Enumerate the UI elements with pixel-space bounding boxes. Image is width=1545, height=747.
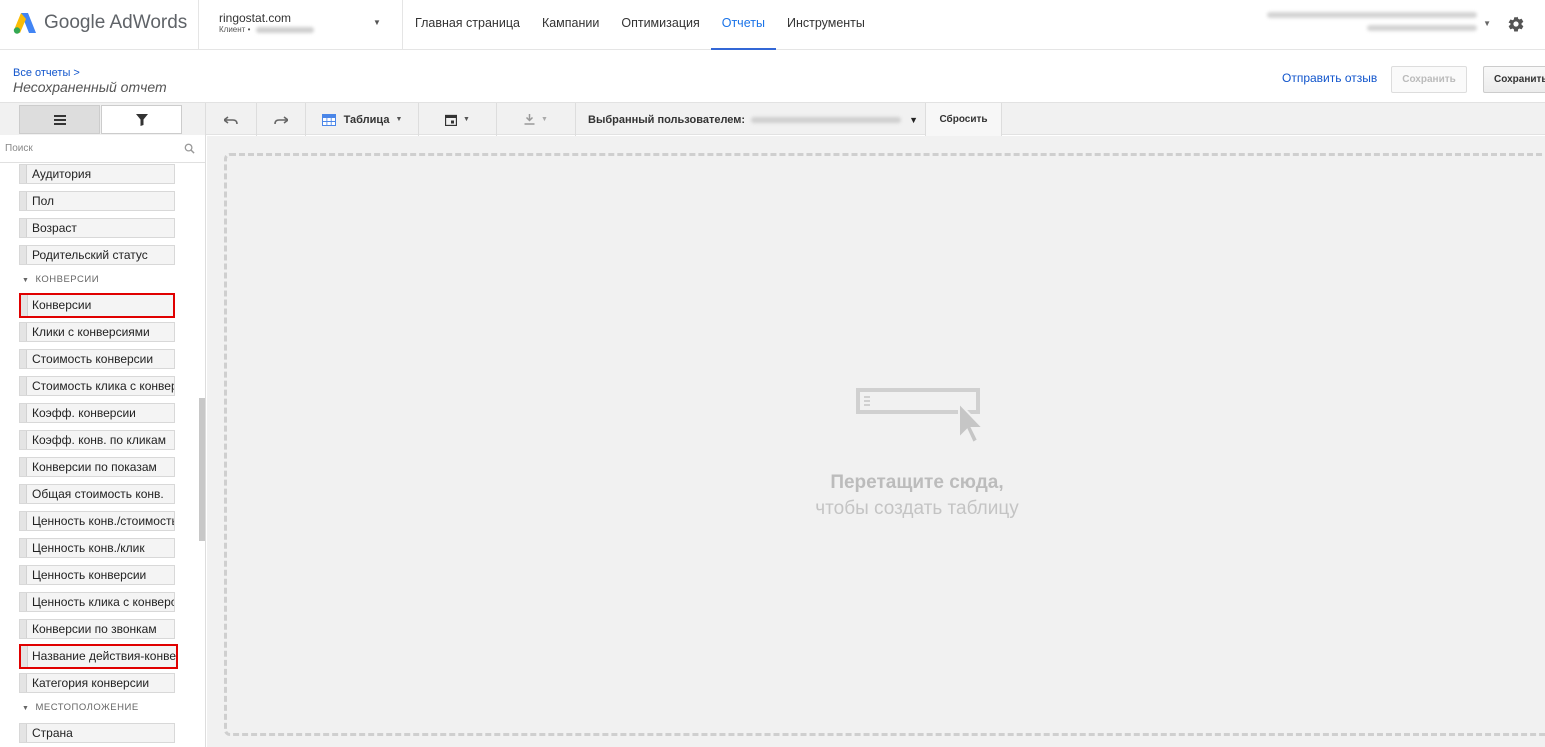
field-chip[interactable]: Ценность конв./стоимость [19, 511, 175, 531]
reset-button[interactable]: Сбросить [926, 103, 1002, 136]
main-nav: Главная страница Кампании Оптимизация От… [404, 0, 876, 50]
undo-button[interactable] [206, 103, 257, 136]
search-input[interactable]: Поиск [5, 143, 33, 154]
send-feedback-link[interactable]: Отправить отзыв [1282, 71, 1377, 85]
calendar-icon [445, 114, 458, 126]
account-name: ringostat.com [219, 11, 292, 25]
field-chip[interactable]: Возраст [19, 218, 175, 238]
field-chip[interactable]: Коэфф. конверсии [19, 403, 175, 423]
section-label: КОНВЕРСИИ [35, 274, 100, 285]
nav-home[interactable]: Главная страница [404, 0, 531, 50]
redo-button[interactable] [257, 103, 306, 136]
collapse-triangle-icon: ▼ [22, 277, 30, 284]
save-disabled-button[interactable]: Сохранить [1391, 66, 1467, 93]
list-icon [53, 114, 66, 125]
drop-hint-line2: чтобы создать таблицу [815, 498, 1019, 519]
field-chip[interactable]: Ценность клика с конверс [19, 592, 175, 612]
page-title[interactable]: Несохраненный отчет [13, 79, 167, 95]
adwords-logo[interactable]: Google AdWords [12, 10, 187, 36]
date-range-selector[interactable]: Выбранный пользователем: ▼ [576, 103, 926, 136]
view-type-label: Таблица [343, 113, 390, 126]
search-box[interactable]: Поиск [0, 135, 205, 163]
redo-icon [274, 115, 288, 124]
table-icon [321, 113, 336, 126]
field-chip[interactable]: Стоимость клика с конвер [19, 376, 175, 396]
view-type-dropdown[interactable]: Таблица ▼ [306, 103, 419, 136]
section-conversions[interactable]: ▼ КОНВЕРСИИ [22, 274, 99, 285]
field-chip[interactable]: Категория конверсии [19, 673, 175, 693]
nav-reports[interactable]: Отчеты [710, 0, 776, 50]
field-chip-conversion-action-highlighted[interactable]: Название действия-конве [19, 644, 178, 669]
filter-toggle[interactable] [101, 105, 182, 134]
field-chip[interactable]: Страна [19, 723, 175, 743]
user-info-redacted[interactable] [1267, 12, 1477, 38]
field-chip-conversions-highlighted[interactable]: Конверсии [19, 293, 175, 318]
client-label: Клиент [219, 25, 246, 34]
brand-name: Google AdWords [44, 12, 188, 33]
chevron-down-icon: ▼ [909, 114, 918, 125]
date-range-label: Выбранный пользователем: [588, 113, 746, 126]
chevron-down-icon: ▼ [373, 18, 381, 27]
chevron-down-icon: ▼ [463, 116, 470, 123]
undo-icon [224, 115, 238, 124]
section-location[interactable]: ▼ МЕСТОПОЛОЖЕНИЕ [22, 702, 139, 713]
list-scrollbar[interactable] [199, 398, 205, 541]
field-chip[interactable]: Ценность конв./клик [19, 538, 175, 558]
nav-tools[interactable]: Инструменты [776, 0, 876, 50]
field-chip[interactable]: Коэфф. конв. по кликам [19, 430, 175, 450]
redacted-client-id [256, 26, 315, 33]
field-chip[interactable]: Родительский статус [19, 245, 175, 265]
top-bar: Google AdWords ringostat.com Клиент • ▼ … [0, 0, 1545, 50]
chevron-down-icon: ▼ [395, 116, 403, 123]
adwords-logo-icon [13, 13, 36, 34]
field-chip[interactable]: Стоимость конверсии [19, 349, 175, 369]
section-label: МЕСТОПОЛОЖЕНИЕ [35, 702, 139, 713]
gear-icon[interactable] [1507, 15, 1525, 33]
nav-campaigns[interactable]: Кампании [531, 0, 610, 50]
filter-icon [135, 113, 148, 126]
field-chip[interactable]: Пол [19, 191, 175, 211]
field-chip[interactable]: Общая стоимость конв. [19, 484, 175, 504]
download-dropdown[interactable]: ▼ [497, 103, 576, 136]
report-canvas: Перетащите сюда, чтобы создать таблицу [207, 136, 1545, 747]
drag-to-table-icon [856, 388, 986, 445]
panel-toggle-group [0, 103, 206, 136]
field-chip[interactable]: Клики с конверсиями [19, 322, 175, 342]
account-selector[interactable]: ringostat.com Клиент • ▼ [198, 0, 403, 50]
segment-dropdown[interactable]: ▼ [419, 103, 497, 136]
field-chip[interactable]: Аудитория [19, 164, 175, 184]
client-id-redacted: • [247, 25, 251, 34]
search-icon [184, 143, 195, 154]
collapse-triangle-icon: ▼ [22, 705, 30, 712]
nav-optimization[interactable]: Оптимизация [610, 0, 710, 50]
redacted-date-range [751, 116, 902, 123]
save-button[interactable]: Сохранить [1483, 66, 1545, 93]
account-client: Клиент • [219, 25, 315, 34]
drop-hint-line1: Перетащите сюда, [830, 472, 1004, 493]
field-list-panel: Поиск Аудитория Пол Возраст Родительский… [0, 135, 206, 747]
redacted-line [1267, 12, 1477, 18]
table-drop-zone[interactable]: Перетащите сюда, чтобы создать таблицу [224, 153, 1545, 736]
drop-hint: Перетащите сюда, чтобы создать таблицу [727, 470, 1107, 522]
user-menu-caret-icon[interactable]: ▼ [1483, 19, 1491, 28]
field-chip[interactable]: Конверсии по показам [19, 457, 175, 477]
report-toolbar: Таблица ▼ ▼ ▼ Выбранный пользователем: ▼… [0, 102, 1545, 136]
breadcrumb[interactable]: Все отчеты > [13, 67, 80, 79]
field-chip[interactable]: Конверсии по звонкам [19, 619, 175, 639]
redacted-line [1367, 25, 1477, 31]
download-icon [524, 114, 535, 125]
list-view-toggle[interactable] [19, 105, 100, 134]
chevron-down-icon: ▼ [541, 116, 548, 123]
field-chip[interactable]: Ценность конверсии [19, 565, 175, 585]
